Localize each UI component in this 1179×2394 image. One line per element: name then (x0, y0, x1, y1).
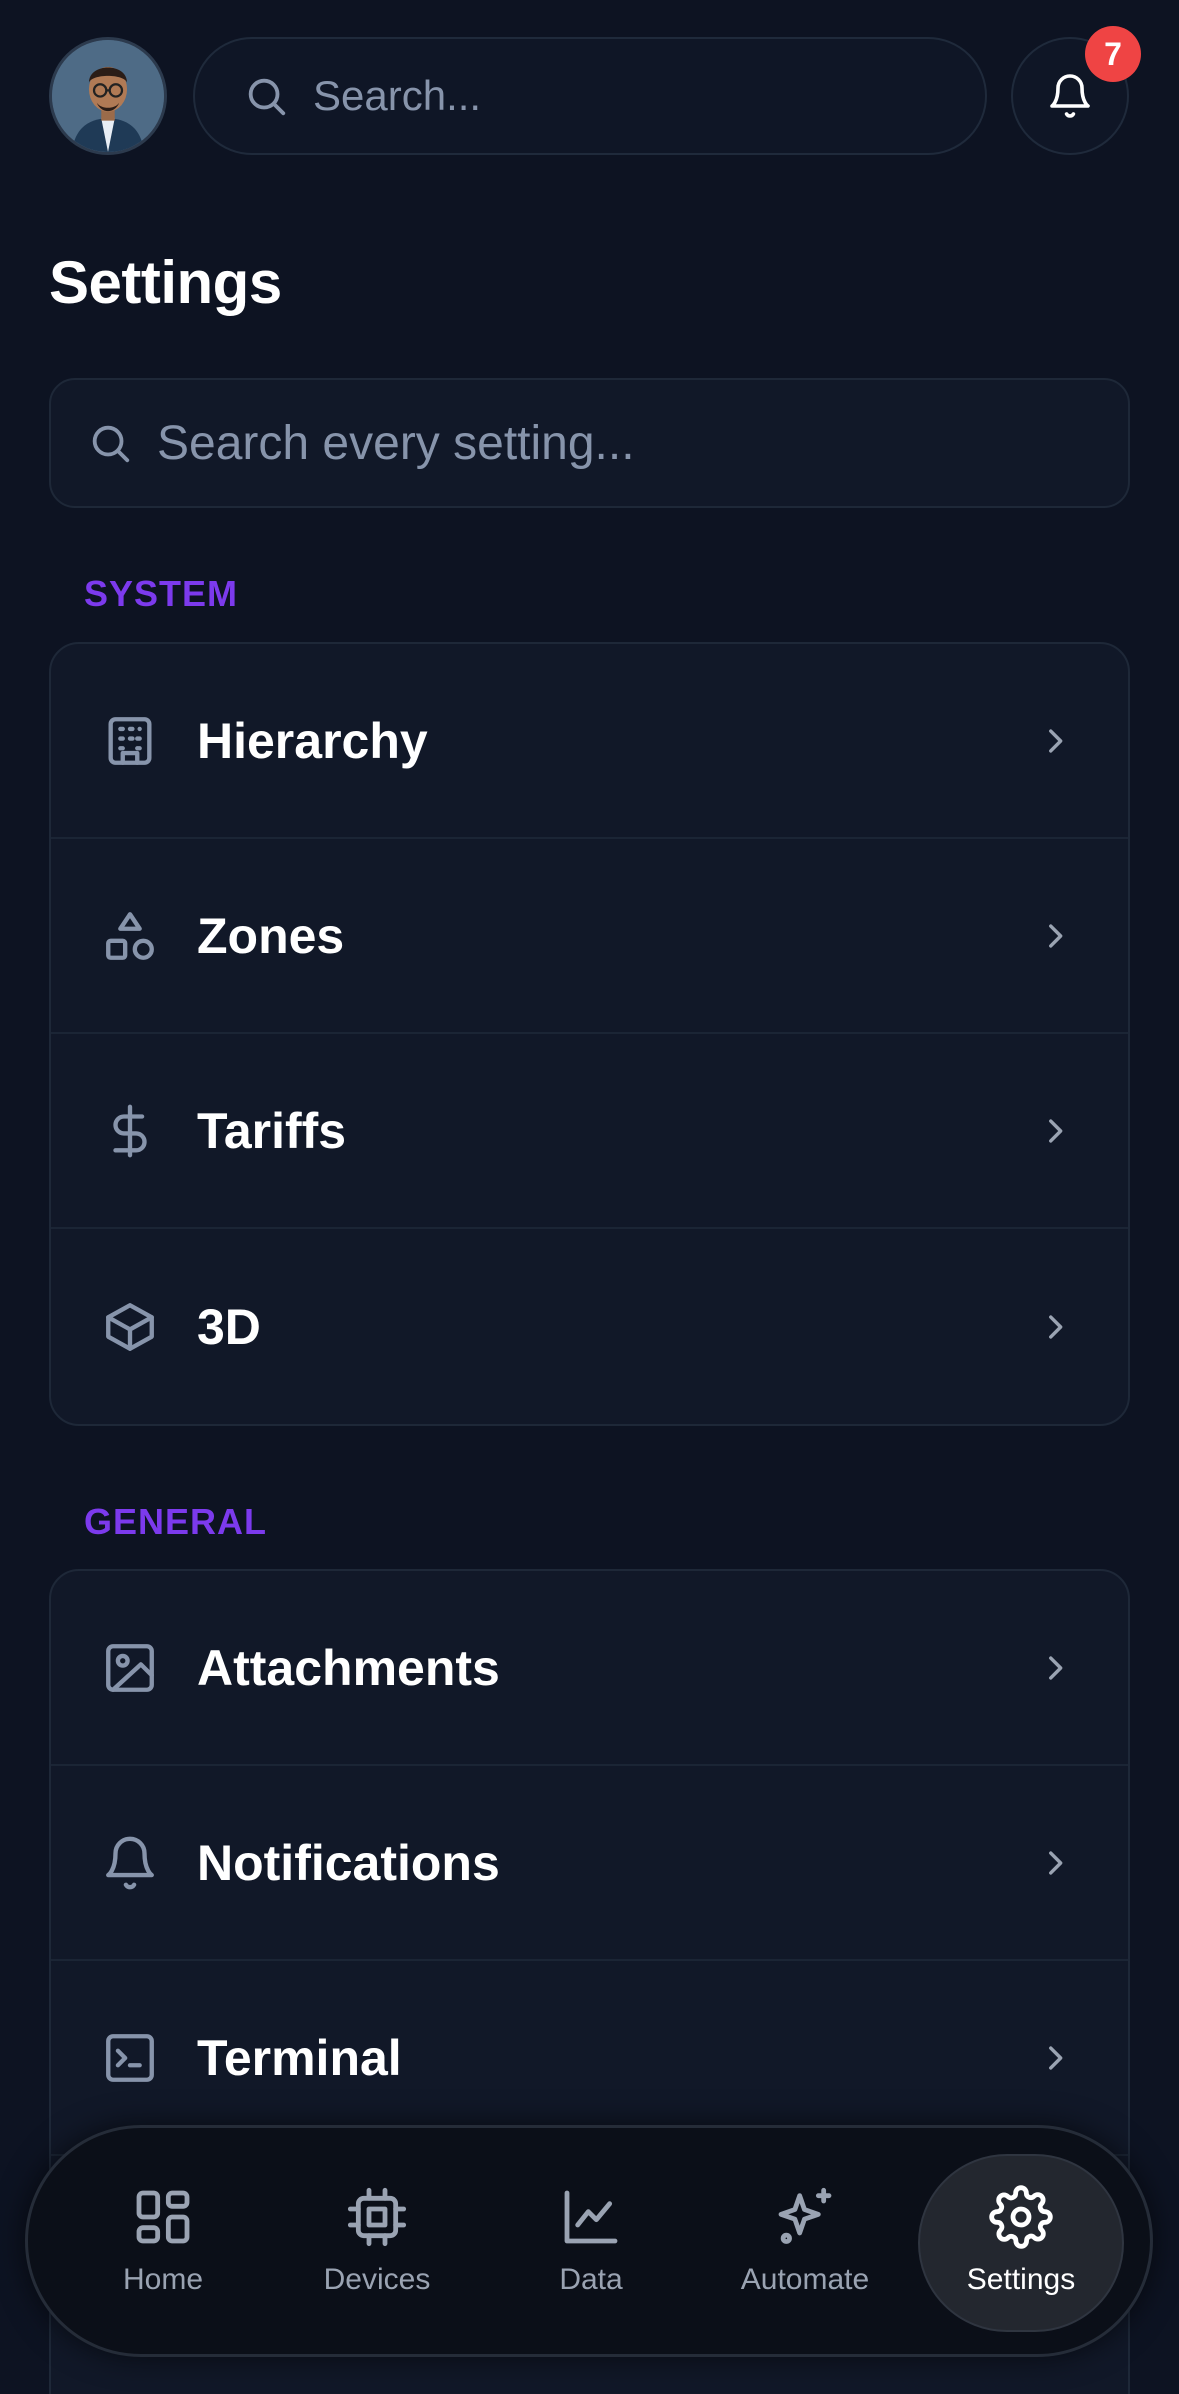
global-search-input[interactable] (313, 72, 913, 120)
settings-search-bar[interactable] (49, 378, 1130, 508)
nav-label: Data (559, 2263, 623, 2296)
settings-group-system: Hierarchy Zones Tariffs 3D (49, 642, 1130, 1426)
sparkles-icon (778, 2187, 832, 2244)
page-title: Settings (49, 249, 282, 316)
building-icon (108, 716, 152, 765)
chart-line-icon (564, 2190, 618, 2244)
chevron-right-icon (1049, 2045, 1063, 2070)
settings-item-label: Tariffs (197, 1102, 347, 1159)
grid-icon (136, 2190, 190, 2244)
chevron-right-icon (1049, 923, 1063, 948)
bell-icon (106, 1836, 154, 1889)
nav-label: Automate (740, 2263, 870, 2296)
settings-item-attachments[interactable]: Attachments (51, 1571, 1128, 1766)
settings-item-notifications[interactable]: Notifications (51, 1766, 1128, 1961)
section-label-general: GENERAL (84, 1501, 268, 1542)
settings-item-label: Notifications (197, 1834, 500, 1891)
nav-label: Settings (966, 2263, 1076, 2296)
settings-item-label: Attachments (197, 1639, 500, 1696)
terminal-icon (106, 2033, 154, 2082)
section-label-system: SYSTEM (84, 573, 239, 614)
bottom-nav-bar: Home Devices Data Automate Settings (25, 2125, 1153, 2357)
image-icon (106, 1643, 154, 1692)
global-search-bar[interactable] (193, 37, 987, 155)
search-icon (248, 78, 286, 116)
chevron-right-icon (1049, 1314, 1063, 1339)
cube-icon (106, 1302, 154, 1351)
settings-item-zones[interactable]: Zones (51, 839, 1128, 1034)
dollar-icon (113, 1104, 147, 1157)
chevron-right-icon (1049, 1118, 1063, 1143)
shapes-icon (106, 911, 154, 960)
gear-icon (989, 2185, 1053, 2249)
settings-item-tariffs[interactable]: Tariffs (51, 1034, 1128, 1229)
user-avatar[interactable] (49, 37, 167, 155)
nav-label: Devices (323, 2263, 431, 2296)
chip-icon (347, 2187, 407, 2247)
settings-search-input[interactable] (157, 415, 1057, 471)
chevron-right-icon (1049, 1655, 1063, 1680)
settings-item-label: Zones (197, 907, 345, 964)
search-icon (92, 425, 130, 463)
settings-screen: 7 Settings SYSTEM Hierarchy Zones (0, 0, 1179, 2394)
nav-home[interactable]: Home (68, 2128, 258, 2354)
settings-item-label: Terminal (197, 2029, 402, 2086)
notification-count-badge: 7 (1085, 26, 1141, 82)
nav-devices[interactable]: Devices (282, 2128, 472, 2354)
chevron-right-icon (1049, 728, 1063, 753)
settings-item-hierarchy[interactable]: Hierarchy (51, 644, 1128, 839)
chevron-right-icon (1049, 1850, 1063, 1875)
nav-settings[interactable]: Settings (918, 2128, 1124, 2354)
nav-data[interactable]: Data (496, 2128, 686, 2354)
nav-automate[interactable]: Automate (710, 2128, 900, 2354)
settings-item-label: 3D (197, 1298, 261, 1355)
settings-item-3d[interactable]: 3D (51, 1229, 1128, 1424)
settings-item-label: Hierarchy (197, 712, 428, 769)
nav-label: Home (122, 2263, 204, 2296)
bell-icon (1050, 74, 1090, 118)
